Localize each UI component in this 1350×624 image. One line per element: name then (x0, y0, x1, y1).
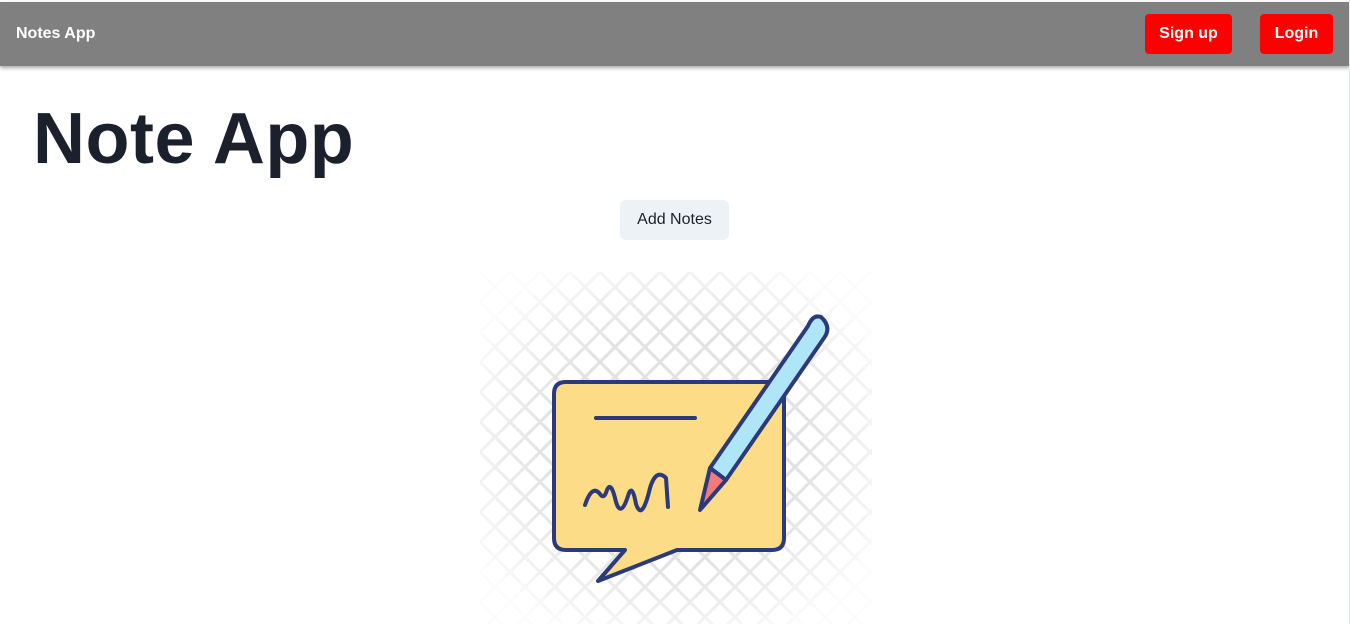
signed-note-with-pencil-icon (480, 272, 872, 624)
login-button[interactable]: Login (1260, 14, 1333, 54)
brand-link[interactable]: Notes App (16, 25, 95, 43)
note-illustration (480, 272, 872, 624)
add-notes-button[interactable]: Add Notes (620, 200, 729, 240)
page: Notes App Sign up Login Note App Add Not… (0, 0, 1350, 624)
page-title: Note App (33, 99, 355, 179)
sign-up-button[interactable]: Sign up (1145, 14, 1232, 54)
navbar: Notes App Sign up Login (0, 2, 1349, 66)
